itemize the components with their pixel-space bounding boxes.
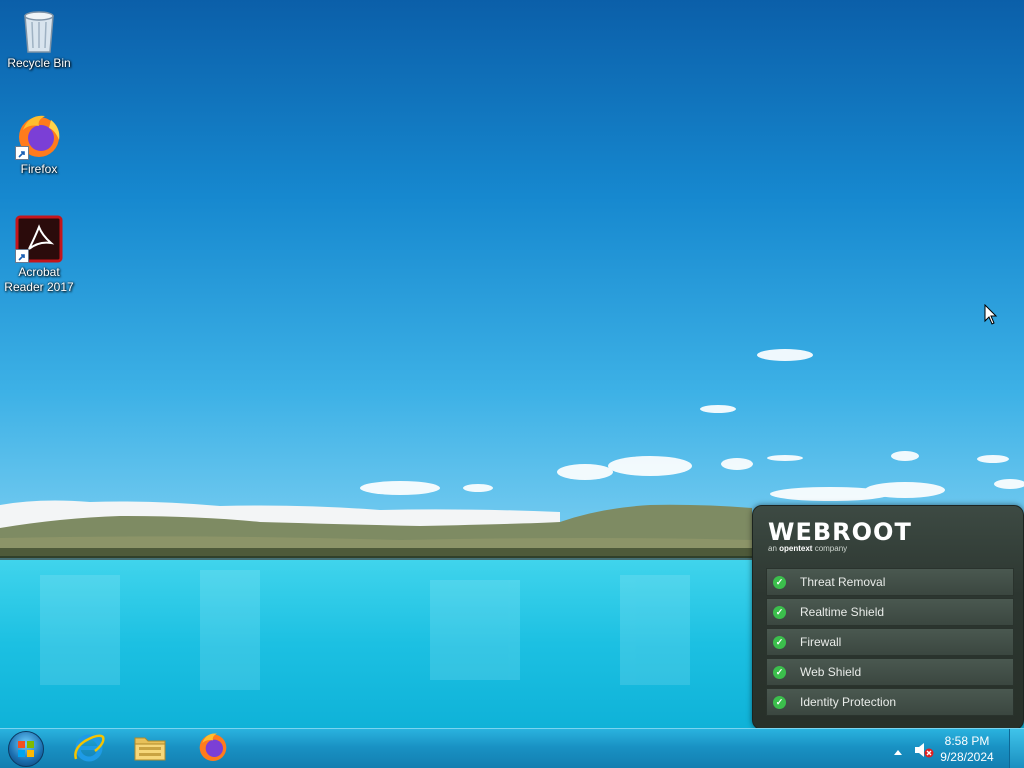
start-button[interactable] [4,731,48,767]
taskbar-firefox[interactable] [188,731,238,767]
desktop-icon-firefox[interactable]: Firefox [1,112,77,177]
webroot-tagline: an opentext company [768,544,848,553]
taskbar: 8:58 PM 9/28/2024 [0,728,1024,768]
check-icon: ✓ [773,695,786,709]
webroot-status-panel: WEBROOT an opentext company ✓ Threat Rem… [752,505,1024,730]
desktop-icon-label: Recycle Bin [7,56,71,70]
taskbar-internet-explorer[interactable] [64,731,114,767]
system-clock[interactable]: 8:58 PM 9/28/2024 [932,733,1002,765]
mouse-cursor-icon [984,303,998,331]
webroot-status-list: ✓ Threat Removal ✓ Realtime Shield ✓ Fir… [766,568,1014,718]
acrobat-reader-icon [15,215,63,263]
desktop-icon-label: Acrobat Reader 2017 [4,265,74,294]
show-hidden-icons-chevron-icon[interactable] [893,743,903,761]
volume-muted-icon[interactable] [914,741,934,764]
clock-date: 9/28/2024 [940,750,994,764]
webroot-item-firewall[interactable]: ✓ Firewall [766,628,1014,656]
webroot-item-identity-protection[interactable]: ✓ Identity Protection [766,688,1014,716]
webroot-item-threat-removal[interactable]: ✓ Threat Removal [766,568,1014,596]
show-desktop-button[interactable] [1009,729,1024,768]
webroot-item-web-shield[interactable]: ✓ Web Shield [766,658,1014,686]
shortcut-arrow-icon [15,146,29,160]
check-icon: ✓ [773,665,786,679]
firefox-icon [15,112,63,160]
clock-time: 8:58 PM [944,734,990,748]
file-explorer-icon [133,732,167,767]
check-icon: ✓ [773,605,786,619]
check-icon: ✓ [773,575,786,589]
webroot-logo: WEBROOT [768,518,912,546]
check-icon: ✓ [773,635,786,649]
firefox-icon [197,731,229,768]
desktop-icon-acrobat-reader[interactable]: Acrobat Reader 2017 [1,215,77,295]
internet-explorer-icon [73,731,105,768]
taskbar-file-explorer[interactable] [125,731,175,767]
shortcut-arrow-icon [15,249,29,263]
windows-logo-icon [8,731,44,767]
desktop-icon-recycle-bin[interactable]: Recycle Bin [1,6,77,71]
desktop-icon-label: Firefox [20,162,58,176]
recycle-bin-icon [15,6,63,54]
webroot-item-realtime-shield[interactable]: ✓ Realtime Shield [766,598,1014,626]
